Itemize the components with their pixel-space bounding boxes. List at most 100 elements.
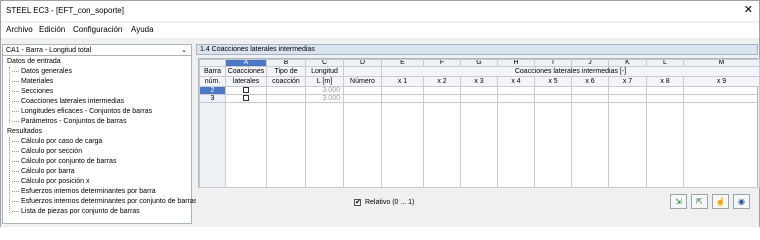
tree-item-by-section[interactable]: Cálculo por sección xyxy=(12,147,82,157)
restraint-checkbox[interactable] xyxy=(243,87,249,94)
column-letter[interactable]: K xyxy=(608,59,647,67)
cell[interactable] xyxy=(608,94,647,103)
column-letter[interactable]: B xyxy=(266,59,306,67)
empty-cell xyxy=(571,102,609,188)
cell[interactable] xyxy=(343,94,382,103)
empty-cell xyxy=(497,102,535,188)
restraint-checkbox-cell[interactable] xyxy=(225,94,267,103)
cell[interactable] xyxy=(266,94,306,103)
empty-cell xyxy=(305,102,344,188)
header-longitud: Longitud xyxy=(305,66,344,77)
app-window: STEEL EC3 - [EFT_con_soporte] ✕ Archivo … xyxy=(0,0,760,227)
column-letter[interactable]: C xyxy=(305,59,344,67)
main-area: CA1 - Barra - Longitud total ⌄ Datos de … xyxy=(1,41,760,227)
empty-cell xyxy=(683,102,760,188)
restraints-table: A B C D E F G H I J K L M Barra Coaccion… xyxy=(198,58,760,188)
empty-area xyxy=(199,102,760,188)
menu-ayuda[interactable]: Ayuda xyxy=(131,25,154,34)
column-letter[interactable]: M xyxy=(683,59,760,67)
cell[interactable] xyxy=(534,86,572,95)
tree-item-sections[interactable]: Secciones xyxy=(12,87,53,97)
cell[interactable] xyxy=(608,86,647,95)
restraint-checkbox-cell[interactable] xyxy=(225,86,267,95)
tree-item-label: Esfuerzos internos determinantes por bar… xyxy=(21,188,156,195)
column-letter[interactable]: H xyxy=(497,59,535,67)
menu-configuracion[interactable]: Configuración xyxy=(73,25,122,34)
column-letter[interactable]: J xyxy=(571,59,609,67)
cell[interactable] xyxy=(534,94,572,103)
navigator-tree: Datos de entrada Datos generales Materia… xyxy=(3,57,197,223)
cell[interactable] xyxy=(460,86,498,95)
cell[interactable] xyxy=(646,86,684,95)
length-cell: 3.000 xyxy=(305,86,344,95)
column-letter[interactable]: A xyxy=(225,59,267,67)
header-num: núm. xyxy=(199,76,226,87)
column-letter[interactable]: G xyxy=(460,59,498,67)
tree-item-parts-list[interactable]: Lista de piezas por conjunto de barras xyxy=(12,207,140,217)
empty-cell xyxy=(646,102,684,188)
cell[interactable] xyxy=(571,94,609,103)
tree-item-general[interactable]: Datos generales xyxy=(12,67,72,77)
tree-item-label: Cálculo por posición x xyxy=(21,178,90,185)
tree-item-label: Esfuerzos internos determinantes por con… xyxy=(21,198,198,205)
cell[interactable] xyxy=(423,94,461,103)
excel-export-icon[interactable]: ⇲ xyxy=(670,194,687,209)
cell[interactable] xyxy=(683,86,760,95)
tree-item-materials[interactable]: Materiales xyxy=(12,77,53,87)
cell[interactable] xyxy=(423,86,461,95)
tree-item-by-set[interactable]: Cálculo por conjunto de barras xyxy=(12,157,116,167)
header-tipo: Tipo de xyxy=(266,66,306,77)
tree-item-forces-member[interactable]: Esfuerzos internos determinantes por bar… xyxy=(12,187,156,197)
empty-cell xyxy=(381,102,424,188)
check-icon[interactable] xyxy=(354,198,361,207)
close-icon[interactable]: ✕ xyxy=(744,4,753,16)
tree-item-parameters[interactable]: Parámetros - Conjuntos de barras xyxy=(12,117,126,127)
column-letter[interactable]: L xyxy=(646,59,684,67)
relative-label: Relativo (0 ... 1) xyxy=(364,199,415,206)
tree-item-forces-set[interactable]: Esfuerzos internos determinantes por con… xyxy=(12,197,197,207)
table-row[interactable]: 2 3.000 xyxy=(199,86,760,95)
table-row[interactable]: 3 3.000 xyxy=(199,94,760,103)
tree-item-by-member[interactable]: Cálculo por barra xyxy=(12,167,75,177)
tree-item-label: Cálculo por barra xyxy=(21,168,75,175)
tree-group-input[interactable]: Datos de entrada xyxy=(7,57,61,67)
header-x7: x 7 xyxy=(608,76,647,87)
cell[interactable] xyxy=(343,86,382,95)
empty-cell xyxy=(608,102,647,188)
row-number[interactable]: 2 xyxy=(199,86,226,95)
excel-import-icon[interactable]: ⇱ xyxy=(691,194,708,209)
tree-item-lateral-restraints[interactable]: Coacciones laterales intermedias xyxy=(12,97,124,107)
menu-archivo[interactable]: Archivo xyxy=(6,25,33,34)
window-title: STEEL EC3 - [EFT_con_soporte] xyxy=(6,6,124,15)
cell[interactable] xyxy=(646,94,684,103)
column-letter[interactable]: I xyxy=(534,59,572,67)
tree-item-label: Cálculo por caso de carga xyxy=(21,138,103,145)
tree-item-by-x[interactable]: Cálculo por posición x xyxy=(12,177,89,187)
cell[interactable] xyxy=(683,94,760,103)
view-icon[interactable]: ◉ xyxy=(733,194,750,209)
row-number[interactable]: 3 xyxy=(199,94,226,103)
chevron-down-icon[interactable]: ⌄ xyxy=(181,45,187,56)
restraint-checkbox[interactable] xyxy=(243,95,249,102)
tree-group-results[interactable]: Resultados xyxy=(7,127,42,137)
cell[interactable] xyxy=(571,86,609,95)
tree-item-effective-lengths[interactable]: Longitudes eficaces - Conjuntos de barra… xyxy=(12,107,152,117)
case-selector[interactable]: CA1 - Barra - Longitud total ⌄ xyxy=(3,45,191,56)
header-x3: x 3 xyxy=(460,76,498,87)
cell[interactable] xyxy=(381,86,424,95)
select-member-icon[interactable]: ☝ xyxy=(712,194,729,209)
column-letter[interactable]: E xyxy=(381,59,424,67)
cell[interactable] xyxy=(497,94,535,103)
row-number-empty xyxy=(199,102,226,188)
menu-bar: Archivo Edición Configuración Ayuda xyxy=(1,23,759,38)
column-letter[interactable]: D xyxy=(343,59,382,67)
header-laterales: laterales xyxy=(225,76,267,87)
cell[interactable] xyxy=(381,94,424,103)
tree-item-by-loadcase[interactable]: Cálculo por caso de carga xyxy=(12,137,102,147)
cell[interactable] xyxy=(460,94,498,103)
column-letter[interactable]: F xyxy=(423,59,461,67)
relative-checkbox[interactable]: Relativo (0 ... 1) xyxy=(354,198,414,207)
cell[interactable] xyxy=(497,86,535,95)
menu-edicion[interactable]: Edición xyxy=(39,25,65,34)
cell[interactable] xyxy=(266,86,306,95)
